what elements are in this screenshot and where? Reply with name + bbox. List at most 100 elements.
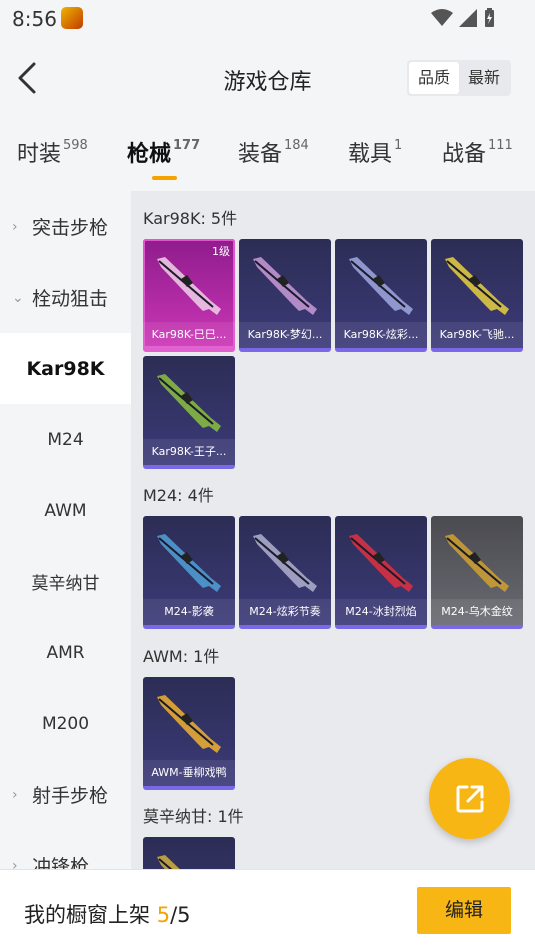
category-tabs: 时装 598 枪械 177 装备 184 载具 1 战备 111 [0,128,535,188]
tab-count: 177 [173,138,201,153]
sidebar-item-label: 冲锋枪 [32,856,90,869]
rifle-image [157,695,221,753]
edit-button[interactable]: 编辑 [417,887,511,934]
weapon-card[interactable]: M24-影袭 [143,516,235,629]
section-title: M24: 4件 [143,486,214,505]
tab-label: 载具 [348,142,393,167]
rifle-image [253,534,317,592]
weapon-card[interactable]: Kar98K-王子... [143,356,235,469]
level-badge: 1级 [212,245,230,258]
tab-label: 枪械 [127,142,172,167]
sidebar-item[interactable]: M200 [0,688,131,759]
status-icons [431,8,495,28]
chevron-right-icon: › [12,218,18,235]
sidebar-item[interactable]: AMR [0,617,131,688]
sidebar-item[interactable]: › 冲锋枪 [0,830,131,869]
battery-icon [485,8,494,27]
wifi-icon [431,9,453,26]
sort-quality-button[interactable]: 品质 [409,62,459,94]
weapon-name: Kar98K-飞驰... [431,322,523,348]
game-app-icon [61,7,83,29]
share-button[interactable] [429,758,510,839]
tab-guns[interactable]: 枪械 177 [127,136,200,168]
weapon-name: M24-冰封烈焰 [335,599,427,625]
section-title: 莫辛纳甘: 1件 [143,807,244,826]
tab-fashion[interactable]: 时装 598 [17,136,88,168]
sidebar-item-label: 突击步枪 [32,217,109,239]
weapon-card[interactable]: 1级 Kar98K-巳巳... [143,239,235,352]
sidebar-item-label: 射手步枪 [32,785,109,807]
sidebar-item-label: AMR [46,642,85,663]
rifle-image [445,534,509,592]
top-header: 游戏仓库 品质 最新 [0,36,535,120]
chevron-right-icon: › [12,786,18,803]
weapon-name: Kar98K-王子... [143,439,235,465]
rifle-image [253,257,317,315]
rifle-image [157,374,221,432]
sidebar-item-label: AWM [44,500,87,521]
share-icon [456,785,483,812]
sidebar-item-label: 莫辛纳甘 [31,574,100,594]
back-button[interactable] [14,58,44,98]
chevron-right-icon: › [12,857,18,870]
showcase-total-count: /5 [170,903,191,927]
tab-count: 184 [284,138,309,153]
back-arrow-icon [18,62,36,94]
tab-count: 111 [488,138,513,153]
sidebar-item-label: 栓动狙击 [32,288,109,310]
status-bar: 8:56 [0,0,535,36]
weapon-name: Kar98K-梦幻... [239,322,331,348]
showcase-status: 我的橱窗上架 5/5 [24,899,191,929]
active-tab-indicator [152,176,177,180]
sidebar-item[interactable]: 莫辛纳甘 [0,546,131,617]
weapon-name: AWM-垂柳戏鸭 [143,760,235,786]
weapon-card[interactable]: M24-炫彩节奏 [239,516,331,629]
weapon-name: M24-影袭 [143,599,235,625]
section-title: AWM: 1件 [143,647,220,666]
weapon-card[interactable]: Kar98K-飞驰... [431,239,523,352]
sidebar-item[interactable]: Kar98K [0,333,131,404]
tab-vehicles[interactable]: 载具 1 [348,136,402,168]
weapon-card[interactable] [143,837,235,869]
status-time: 8:56 [12,7,57,31]
rifle-image [445,257,509,315]
weapon-card[interactable]: AWM-垂柳戏鸭 [143,677,235,790]
rifle-image [349,534,413,592]
sort-newest-button[interactable]: 最新 [459,62,509,94]
tab-label: 战备 [442,142,487,167]
sidebar-item-label: M200 [41,713,90,734]
weapon-card[interactable]: Kar98K-炫彩... [335,239,427,352]
sidebar-item[interactable]: › 突击步枪 [0,191,131,262]
tab-count: 598 [63,138,88,153]
sidebar-item[interactable]: › 射手步枪 [0,759,131,830]
sidebar-item[interactable]: ⌄ 栓动狙击 [0,262,131,333]
sidebar-item-label: Kar98K [26,357,105,380]
weapon-type-sidebar: › 突击步枪 ⌄ 栓动狙击 Kar98K M24 AWM 莫辛纳甘 AMR M200 › 射手步枪 › 冲… [0,191,131,869]
sidebar-item-label: M24 [47,429,84,450]
rifle-image [157,855,180,869]
showcase-label: 我的橱窗上架 [24,903,150,927]
weapon-name: M24-乌木金纹 [431,599,523,625]
weapon-card[interactable]: M24-乌木金纹 [431,516,523,629]
sidebar-item[interactable]: M24 [0,404,131,475]
showcase-current-count: 5 [156,903,171,927]
sort-toggle: 品质 最新 [407,60,511,96]
tab-equipment[interactable]: 装备 184 [238,136,309,168]
weapon-card[interactable]: M24-冰封烈焰 [335,516,427,629]
tab-battle-prep[interactable]: 战备 111 [442,136,513,168]
sidebar-item[interactable]: AWM [0,475,131,546]
signal-icon [459,9,477,27]
tab-label: 装备 [238,142,283,167]
showcase-bar: 我的橱窗上架 5/5 编辑 [0,869,535,951]
weapon-name: Kar98K-巳巳... [143,322,235,348]
chevron-down-icon: ⌄ [12,289,24,306]
rifle-image [157,534,221,592]
weapon-name: Kar98K-炫彩... [335,322,427,348]
tab-label: 时装 [17,142,62,167]
weapon-name: M24-炫彩节奏 [239,599,331,625]
weapon-card[interactable]: Kar98K-梦幻... [239,239,331,352]
section-title: Kar98K: 5件 [143,209,238,228]
tab-count: 1 [394,138,403,153]
rifle-image [157,257,221,315]
rifle-image [349,257,413,315]
